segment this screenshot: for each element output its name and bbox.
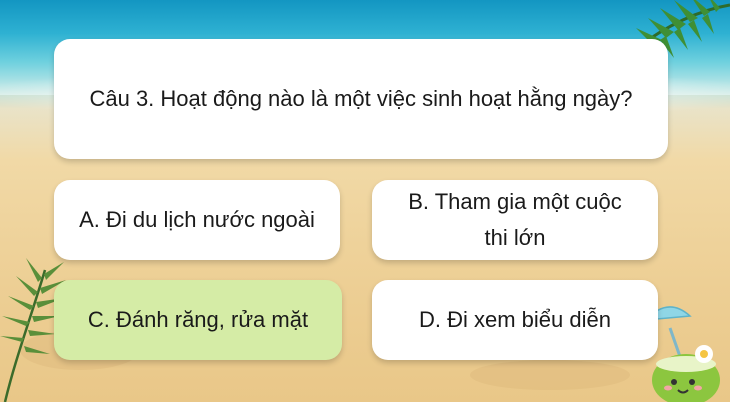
answer-b-label: B. Tham gia một cuộc thi lớn bbox=[408, 189, 622, 250]
answer-c-label: C. Đánh răng, rửa mặt bbox=[87, 307, 309, 332]
answer-option-d[interactable]: D. Đi xem biểu diễn bbox=[372, 280, 658, 360]
slide-stage: Câu 3. Hoạt động nào là một việc sinh ho… bbox=[0, 0, 730, 402]
question-card: Câu 3. Hoạt động nào là một việc sinh ho… bbox=[54, 39, 668, 159]
answer-d-label: D. Đi xem biểu diễn bbox=[419, 307, 611, 332]
answer-option-c[interactable]: C. Đánh răng, rửa mặt bbox=[54, 280, 342, 360]
answer-option-b[interactable]: B. Tham gia một cuộc thi lớn bbox=[372, 180, 658, 260]
question-text: Câu 3. Hoạt động nào là một việc sinh ho… bbox=[89, 86, 633, 111]
sand-shadow bbox=[470, 360, 630, 390]
answer-a-label: A. Đi du lịch nước ngoài bbox=[79, 207, 315, 232]
answer-option-a[interactable]: A. Đi du lịch nước ngoài bbox=[54, 180, 340, 260]
